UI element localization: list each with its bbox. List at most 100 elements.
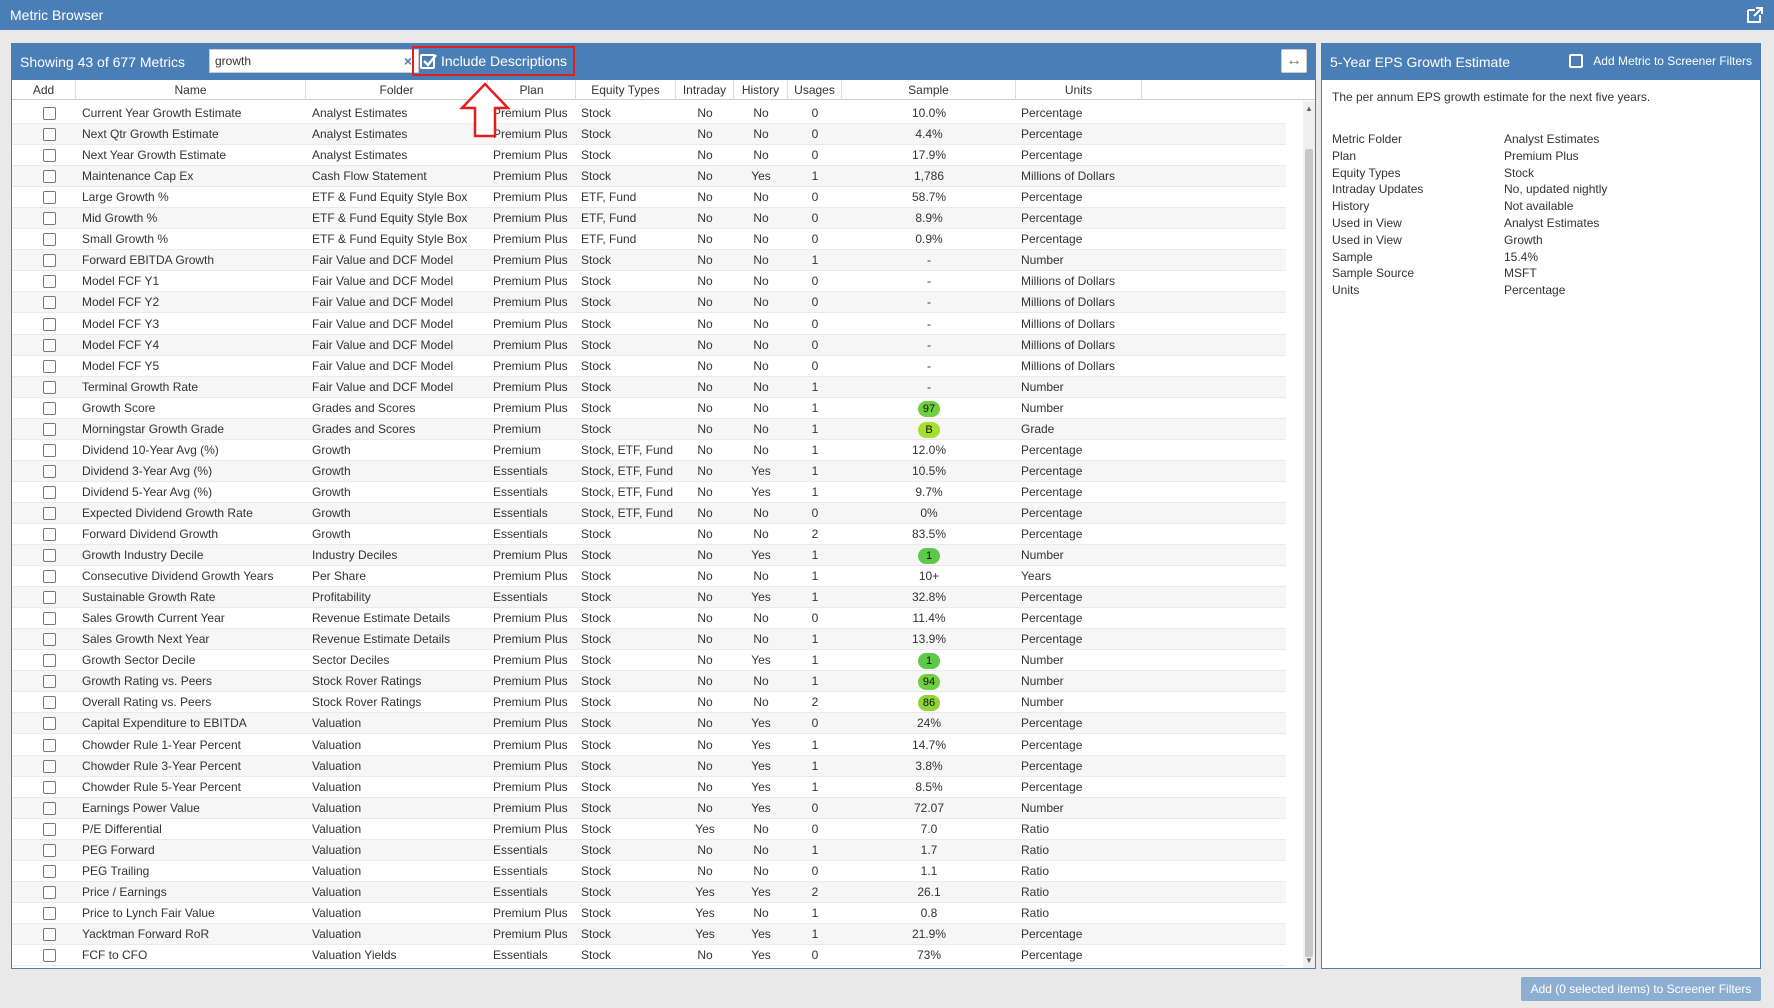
add-row-checkbox[interactable] bbox=[43, 906, 56, 920]
table-scrollbar[interactable]: ▲ ▼ bbox=[1303, 101, 1315, 968]
table-row[interactable]: Small Growth % ETF & Fund Equity Style Bo… bbox=[12, 229, 1286, 251]
table-row[interactable]: Large Growth % ETF & Fund Equity Style Bo… bbox=[12, 187, 1286, 209]
add-row-checkbox[interactable] bbox=[43, 612, 56, 626]
expand-panel-button[interactable]: ↔ bbox=[1281, 49, 1307, 73]
add-row-checkbox[interactable] bbox=[43, 254, 56, 268]
table-row[interactable]: Overall Rating vs. Peers Stock Rover Rati… bbox=[12, 692, 1286, 714]
table-row[interactable]: Capital Expenditure to EBITDA Valuation Pr… bbox=[12, 713, 1286, 735]
search-box[interactable]: × bbox=[209, 49, 419, 73]
add-row-checkbox[interactable] bbox=[43, 696, 56, 710]
scrollbar-thumb[interactable] bbox=[1305, 149, 1313, 957]
table-row[interactable]: Price / Earnings Valuation Essentials Stock… bbox=[12, 881, 1286, 903]
table-row[interactable]: Sustainable Growth Rate Profitability Esse… bbox=[12, 587, 1286, 609]
add-row-checkbox[interactable] bbox=[43, 296, 56, 310]
table-row[interactable]: Growth Sector Decile Sector Deciles Premiu… bbox=[12, 650, 1286, 672]
add-row-checkbox[interactable] bbox=[43, 128, 56, 142]
add-row-checkbox[interactable] bbox=[43, 885, 56, 899]
add-row-checkbox[interactable] bbox=[43, 801, 56, 815]
include-descriptions-toggle[interactable]: Include Descriptions bbox=[412, 46, 576, 76]
add-row-checkbox[interactable] bbox=[43, 591, 56, 605]
table-row[interactable]: Earnings Power Value Valuation Premium Plu… bbox=[12, 797, 1286, 819]
table-row[interactable]: Chowder Rule 5-Year Percent Valuation Prem… bbox=[12, 777, 1286, 798]
table-row[interactable]: Sales Growth Next Year Revenue Estimate D… bbox=[12, 629, 1286, 651]
add-row-checkbox[interactable] bbox=[43, 549, 56, 563]
table-row[interactable]: Model FCF Y2 Fair Value and DCF Model Prem… bbox=[12, 292, 1286, 314]
table-row[interactable]: Dividend 5-Year Avg (%) Growth Essentials S… bbox=[12, 482, 1286, 503]
add-row-checkbox[interactable] bbox=[43, 654, 56, 668]
add-row-checkbox[interactable] bbox=[43, 275, 56, 289]
add-row-checkbox[interactable] bbox=[43, 949, 56, 962]
column-header-units[interactable]: Units bbox=[1016, 80, 1142, 100]
table-row[interactable]: Model FCF Y1 Fair Value and DCF Model Prem… bbox=[12, 271, 1286, 293]
table-row[interactable]: FCF to CFO Valuation Yields Essentials Stoc… bbox=[12, 945, 1286, 966]
add-row-checkbox[interactable] bbox=[43, 380, 56, 394]
column-header-intraday[interactable]: Intraday bbox=[676, 80, 734, 100]
column-header-equity-types[interactable]: Equity Types bbox=[576, 80, 676, 100]
table-row[interactable]: Forward Dividend Growth Growth Essentials S… bbox=[12, 524, 1286, 545]
search-input[interactable] bbox=[210, 50, 390, 72]
add-row-checkbox[interactable] bbox=[43, 464, 56, 478]
table-row[interactable]: Chowder Rule 1-Year Percent Valuation Prem… bbox=[12, 735, 1286, 756]
column-header-add[interactable]: Add bbox=[12, 80, 76, 100]
add-row-checkbox[interactable] bbox=[43, 212, 56, 226]
add-row-checkbox[interactable] bbox=[43, 191, 56, 205]
add-row-checkbox[interactable] bbox=[43, 759, 56, 773]
table-row[interactable]: Next Qtr Growth Estimate Analyst Estimate… bbox=[12, 124, 1286, 146]
table-row[interactable]: Dividend 10-Year Avg (%) Growth Premium Sto… bbox=[12, 440, 1286, 461]
table-row[interactable]: PEG Forward Valuation Essentials Stock No No 1… bbox=[12, 839, 1286, 861]
add-row-checkbox[interactable] bbox=[43, 149, 56, 163]
add-row-checkbox[interactable] bbox=[43, 170, 56, 184]
add-row-checkbox[interactable] bbox=[43, 738, 56, 752]
include-descriptions-checkbox[interactable] bbox=[420, 53, 437, 69]
add-row-checkbox[interactable] bbox=[43, 443, 56, 457]
table-row[interactable]: P/E Differential Valuation Premium Plus Sto… bbox=[12, 819, 1286, 840]
add-row-checkbox[interactable] bbox=[43, 864, 56, 878]
table-row[interactable]: Consecutive Dividend Growth Years Per Sha… bbox=[12, 566, 1286, 588]
table-row[interactable]: PEG Trailing Valuation Essentials Stock No No… bbox=[12, 861, 1286, 882]
add-row-checkbox[interactable] bbox=[43, 401, 56, 415]
add-row-checkbox[interactable] bbox=[43, 780, 56, 794]
add-row-checkbox[interactable] bbox=[43, 317, 56, 331]
add-row-checkbox[interactable] bbox=[43, 233, 56, 247]
add-row-checkbox[interactable] bbox=[43, 843, 56, 857]
table-row[interactable]: Current Year Growth Estimate Analyst Esti… bbox=[12, 103, 1286, 124]
add-selected-to-filters-button[interactable]: Add (0 selected items) to Screener Filte… bbox=[1521, 977, 1761, 1001]
table-row[interactable]: Chowder Rule 3-Year Percent Valuation Prem… bbox=[12, 755, 1286, 777]
add-row-checkbox[interactable] bbox=[43, 506, 56, 520]
add-metric-to-filters-toggle[interactable]: Add Metric to Screener Filters bbox=[1569, 54, 1752, 68]
table-row[interactable]: Expected Dividend Growth Rate Growth Essen… bbox=[12, 502, 1286, 524]
add-row-checkbox[interactable] bbox=[43, 675, 56, 689]
column-header-history[interactable]: History bbox=[734, 80, 788, 100]
table-row[interactable]: Forward EBITDA Growth Fair Value and DCF … bbox=[12, 250, 1286, 272]
add-row-checkbox[interactable] bbox=[43, 822, 56, 836]
table-row[interactable]: Next Year Growth Estimate Analyst Estimat… bbox=[12, 145, 1286, 167]
clear-search-icon[interactable]: × bbox=[404, 53, 412, 69]
table-row[interactable]: Growth Rating vs. Peers Stock Rover Ratin… bbox=[12, 671, 1286, 693]
popout-icon[interactable] bbox=[1746, 6, 1764, 24]
table-row[interactable]: Growth Score Grades and Scores Premium Plu… bbox=[12, 398, 1286, 419]
table-row[interactable]: Maintenance Cap Ex Cash Flow Statement Pre… bbox=[12, 166, 1286, 188]
add-metric-checkbox[interactable] bbox=[1569, 54, 1584, 68]
table-row[interactable]: Price to Lynch Fair Value Valuation Premiu… bbox=[12, 903, 1286, 924]
column-header-name[interactable]: Name bbox=[76, 80, 306, 100]
table-row[interactable]: Model FCF Y4 Fair Value and DCF Model Prem… bbox=[12, 334, 1286, 356]
add-row-checkbox[interactable] bbox=[43, 633, 56, 647]
add-row-checkbox[interactable] bbox=[43, 927, 56, 941]
column-header-usages[interactable]: Usages bbox=[788, 80, 842, 100]
table-row[interactable]: Mid Growth % ETF & Fund Equity Style Box P… bbox=[12, 208, 1286, 230]
table-row[interactable]: Growth Industry Decile Industry Deciles Pr… bbox=[12, 545, 1286, 567]
add-row-checkbox[interactable] bbox=[43, 422, 56, 436]
table-row[interactable]: Dividend 3-Year Avg (%) Growth Essentials S… bbox=[12, 460, 1286, 482]
table-row[interactable]: Model FCF Y5 Fair Value and DCF Model Prem… bbox=[12, 356, 1286, 377]
table-row[interactable]: Terminal Growth Rate Fair Value and DCF M… bbox=[12, 376, 1286, 398]
table-row[interactable]: Morningstar Growth Grade Grades and Score… bbox=[12, 418, 1286, 440]
scroll-up-icon[interactable]: ▲ bbox=[1305, 104, 1313, 113]
add-row-checkbox[interactable] bbox=[43, 528, 56, 541]
add-row-checkbox[interactable] bbox=[43, 570, 56, 584]
table-row[interactable]: Yacktman Forward RoR Valuation Premium Plu… bbox=[12, 923, 1286, 945]
table-row[interactable]: Sales Growth Current Year Revenue Estimat… bbox=[12, 608, 1286, 630]
add-row-checkbox[interactable] bbox=[43, 359, 56, 373]
column-header-sample[interactable]: Sample bbox=[842, 80, 1016, 100]
add-row-checkbox[interactable] bbox=[43, 485, 56, 499]
add-row-checkbox[interactable] bbox=[43, 717, 56, 731]
